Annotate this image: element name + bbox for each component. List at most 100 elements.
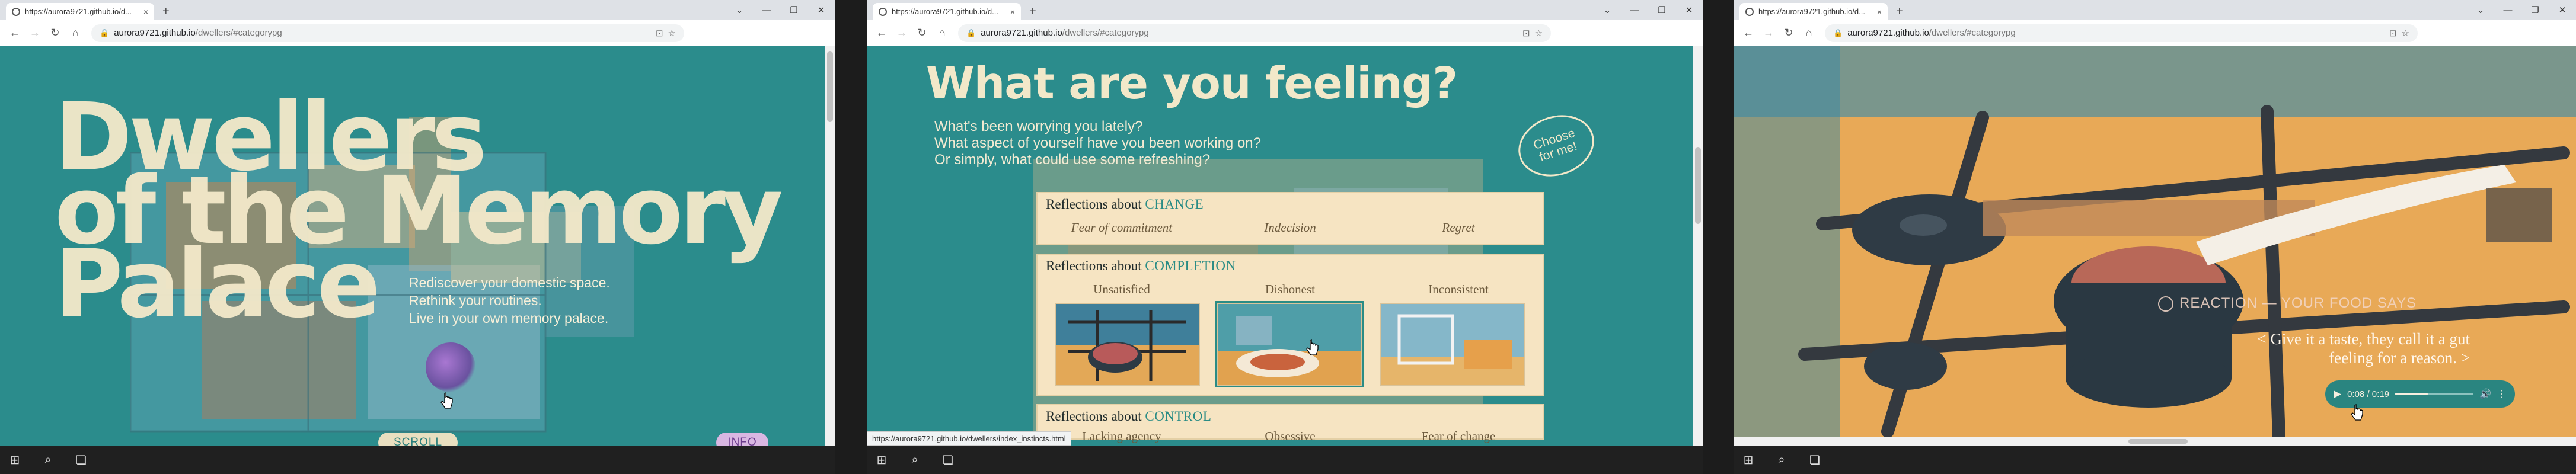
search-icon[interactable]: ⌕: [39, 453, 57, 467]
tab-search-icon[interactable]: ⌄: [1594, 0, 1621, 20]
tab-close-icon[interactable]: ×: [143, 7, 148, 17]
category-card-change[interactable]: Reflections about CHANGE Fear of commitm…: [1036, 192, 1544, 245]
windows-start-icon[interactable]: ⊞: [6, 453, 24, 467]
new-tab-button[interactable]: +: [1896, 5, 1903, 18]
search-icon[interactable]: ⌕: [1773, 453, 1790, 467]
orb-decoration: [426, 342, 475, 392]
lock-icon[interactable]: 🔒: [1833, 28, 1843, 38]
option-indecision[interactable]: Indecision: [1206, 220, 1373, 235]
home-icon[interactable]: ⌂: [933, 24, 951, 42]
tab-active[interactable]: https://aurora9721.github.io/d... ×: [6, 3, 154, 20]
globe-icon: [12, 7, 20, 16]
minimize-button[interactable]: —: [2494, 0, 2521, 20]
status-link-preview: https://aurora9721.github.io/dwellers/in…: [867, 431, 1071, 446]
category-items: Unsatisfied Dishonest Inconsistent: [1038, 274, 1543, 300]
forward-icon[interactable]: →: [26, 24, 44, 42]
forward-icon[interactable]: →: [893, 24, 911, 42]
play-icon[interactable]: ▶: [2334, 388, 2341, 400]
browser-window-reflection: https://aurora9721.github.io/d... × + ⌄ …: [1734, 0, 2576, 474]
bookmark-star-icon[interactable]: ☆: [2402, 28, 2409, 39]
reload-icon[interactable]: ↻: [46, 24, 64, 42]
minimize-button[interactable]: —: [753, 0, 780, 20]
close-window-button[interactable]: ✕: [1675, 0, 1703, 20]
reaction-icon: [2158, 296, 2173, 312]
bookmark-star-icon[interactable]: ☆: [1535, 28, 1543, 39]
tab-close-icon[interactable]: ×: [1010, 7, 1015, 17]
option-inconsistent[interactable]: Inconsistent: [1375, 282, 1541, 297]
restore-button[interactable]: ❐: [780, 0, 807, 20]
volume-icon[interactable]: 🔊: [2479, 388, 2491, 400]
task-view-icon[interactable]: ❏: [1806, 453, 1824, 467]
browser-window-categories: https://aurora9721.github.io/d... × + ⌄ …: [867, 0, 1703, 474]
category-card-completion[interactable]: Reflections about COMPLETION Unsatisfied…: [1036, 254, 1544, 396]
address-bar[interactable]: 🔒 aurora9721.github.io/dwellers/#categor…: [958, 24, 1551, 42]
reload-icon[interactable]: ↻: [1780, 24, 1798, 42]
install-icon[interactable]: ⊡: [2389, 28, 2397, 39]
page-heading: What are you feeling?: [926, 58, 1458, 109]
option-dishonest[interactable]: Dishonest: [1206, 282, 1373, 297]
option-fear-of-change[interactable]: Fear of change: [1375, 429, 1541, 444]
page-viewport: REACTION — YOUR FOOD SAYS < Give it a ta…: [1734, 46, 2576, 446]
tab-active[interactable]: https://aurora9721.github.io/d... ×: [1739, 3, 1888, 20]
forward-icon[interactable]: →: [1760, 24, 1777, 42]
close-window-button[interactable]: ✕: [807, 0, 835, 20]
address-bar[interactable]: 🔒 aurora9721.github.io/dwellers/#categor…: [1825, 24, 2418, 42]
new-tab-button[interactable]: +: [1029, 5, 1036, 18]
tagline: Rediscover your domestic space. Rethink …: [409, 275, 610, 326]
install-icon[interactable]: ⊡: [1522, 28, 1530, 39]
restore-button[interactable]: ❐: [2521, 0, 2549, 20]
tab-close-icon[interactable]: ×: [1877, 7, 1882, 17]
task-view-icon[interactable]: ❏: [939, 453, 957, 467]
home-icon[interactable]: ⌂: [1800, 24, 1818, 42]
option-obsessive[interactable]: Obsessive: [1206, 429, 1373, 444]
task-view-icon[interactable]: ❏: [72, 453, 90, 467]
home-icon[interactable]: ⌂: [66, 24, 84, 42]
category-title: Reflections about CHANGE: [1046, 197, 1204, 212]
audio-progress-slider[interactable]: [2395, 393, 2474, 395]
taskbar: ⊞ ⌕ ❏: [0, 446, 835, 474]
minimize-button[interactable]: —: [1621, 0, 1648, 20]
tab-active[interactable]: https://aurora9721.github.io/d... ×: [873, 3, 1021, 20]
reflection-quote: < Give it a taste, they call it a gut fe…: [2257, 330, 2470, 367]
tab-title: https://aurora9721.github.io/d...: [1758, 7, 1865, 16]
close-window-button[interactable]: ✕: [2549, 0, 2576, 20]
tab-search-icon[interactable]: ⌄: [2467, 0, 2494, 20]
more-options-icon[interactable]: ⋮: [2497, 388, 2507, 400]
category-card-control[interactable]: Reflections about CONTROL Lacking agency…: [1036, 404, 1544, 443]
thumbnail-stove[interactable]: [1054, 303, 1200, 386]
windows-start-icon[interactable]: ⊞: [873, 453, 890, 467]
back-icon[interactable]: ←: [873, 24, 890, 42]
install-icon[interactable]: ⊡: [656, 28, 663, 39]
thumbnail-room[interactable]: [1380, 303, 1526, 386]
horizontal-scrollbar[interactable]: [1734, 437, 2576, 446]
search-icon[interactable]: ⌕: [906, 453, 924, 467]
taskbar: ⊞ ⌕ ❏: [867, 446, 1703, 474]
window-controls: ⌄ — ❐ ✕: [2467, 0, 2576, 20]
back-icon[interactable]: ←: [6, 24, 24, 42]
lock-icon[interactable]: 🔒: [100, 28, 109, 38]
option-regret[interactable]: Regret: [1375, 220, 1541, 235]
vertical-scrollbar[interactable]: [825, 46, 835, 446]
restore-button[interactable]: ❐: [1648, 0, 1675, 20]
browser-toolbar: ← → ↻ ⌂ 🔒 aurora9721.github.io/dwellers/…: [867, 20, 1703, 46]
category-title: Reflections about CONTROL: [1046, 409, 1212, 424]
option-unsatisfied[interactable]: Unsatisfied: [1038, 282, 1205, 297]
vertical-scrollbar[interactable]: [1693, 46, 1703, 446]
prompt-questions: What's been worrying you lately? What as…: [934, 118, 1261, 168]
browser-toolbar: ← → ↻ ⌂ 🔒 aurora9721.github.io/dwellers/…: [1734, 20, 2576, 46]
back-icon[interactable]: ←: [1739, 24, 1757, 42]
reload-icon[interactable]: ↻: [913, 24, 931, 42]
audio-time: 0:08 / 0:19: [2347, 389, 2389, 399]
bookmark-star-icon[interactable]: ☆: [668, 28, 676, 39]
windows-start-icon[interactable]: ⊞: [1739, 453, 1757, 467]
new-tab-button[interactable]: +: [162, 5, 170, 18]
tab-title: https://aurora9721.github.io/d...: [25, 7, 132, 16]
reaction-label: REACTION — YOUR FOOD SAYS: [2158, 295, 2417, 312]
option-fear-of-commitment[interactable]: Fear of commitment: [1038, 220, 1205, 235]
info-button[interactable]: INFO: [716, 433, 768, 446]
thumbnail-plate[interactable]: [1215, 301, 1365, 387]
scroll-button[interactable]: SCROLL: [378, 433, 458, 446]
lock-icon[interactable]: 🔒: [966, 28, 976, 38]
address-bar[interactable]: 🔒 aurora9721.github.io/dwellers/#categor…: [91, 24, 684, 42]
tab-search-icon[interactable]: ⌄: [726, 0, 753, 20]
